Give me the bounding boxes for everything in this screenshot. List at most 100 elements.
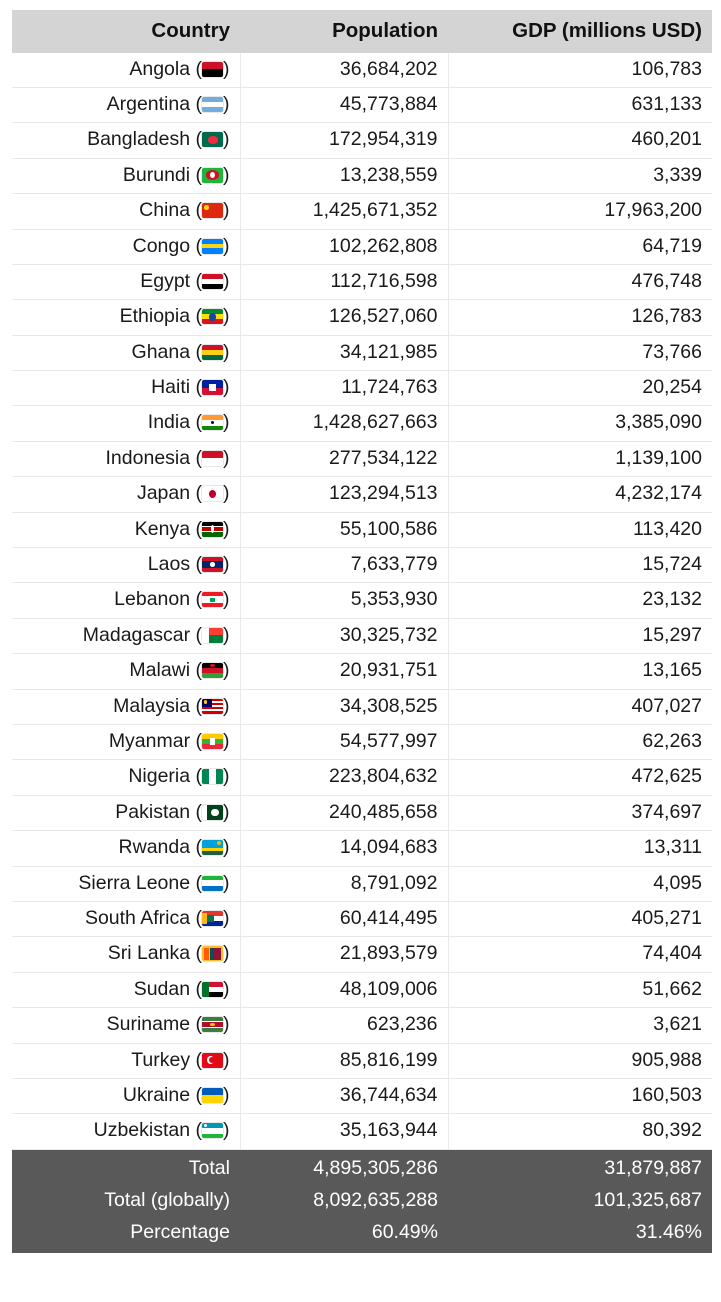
table-row[interactable]: Laos () 7,633,779 15,724 [12,547,712,584]
table-summary-row: Percentage 60.49% 31.46% [12,1217,712,1253]
burundi-flag [202,167,223,183]
argentina-flag [202,96,223,112]
cell-gdp: 106,783 [448,52,712,88]
country-name: Lebanon ( [114,588,202,611]
country-statistics-table: Country Population GDP (millions USD) An… [12,10,712,1253]
table-row[interactable]: Kenya () 55,100,586 113,420 [12,512,712,549]
table-row[interactable]: Ethiopia () 126,527,060 126,783 [12,299,712,336]
cell-gdp: 1,139,100 [448,441,712,478]
table-row[interactable]: Egypt () 112,716,598 476,748 [12,264,712,301]
table-row[interactable]: Argentina () 45,773,884 631,133 [12,87,712,124]
table-row[interactable]: Indonesia () 277,534,122 1,139,100 [12,441,712,478]
country-name: Sierra Leone ( [78,871,202,894]
table-row[interactable]: India () 1,428,627,663 3,385,090 [12,405,712,442]
cell-population: 54,577,997 [240,724,449,761]
country-paren-close: ) [223,977,230,1000]
cell-country: Burundi () [12,158,241,195]
table-row[interactable]: Congo () 102,262,808 64,719 [12,229,712,265]
country-paren-close: ) [223,340,230,363]
country-name: Ghana ( [131,340,202,363]
table-row[interactable]: Burundi () 13,238,559 3,339 [12,158,712,195]
country-name: Suriname ( [106,1013,202,1036]
country-paren-close: ) [223,1083,230,1106]
table-body: Angola () 36,684,202 106,783 Argentina () 45… [12,52,712,1253]
column-header-gdp[interactable]: GDP (millions USD) [448,10,712,53]
china-flag [202,203,223,219]
table-row[interactable]: Suriname () 623,236 3,621 [12,1007,712,1044]
cell-population: 34,121,985 [240,335,449,372]
country-name: Ukraine ( [122,1083,202,1106]
country-paren-close: ) [223,234,230,257]
table-row[interactable]: Madagascar () 30,325,732 15,297 [12,618,712,655]
cell-country: Myanmar () [12,724,241,761]
table-row[interactable]: Malawi () 20,931,751 13,165 [12,653,712,690]
cell-country: Congo () [12,229,241,265]
cell-country: Laos () [12,547,241,584]
cell-gdp: 460,201 [448,122,712,159]
country-name: South Africa ( [84,906,202,929]
cell-population: 34,308,525 [240,689,449,725]
summary-gdp: 31.46% [448,1217,712,1253]
cell-country: Madagascar () [12,618,241,655]
table-row[interactable]: Ghana () 34,121,985 73,766 [12,335,712,372]
country-statistics-table-container: Country Population GDP (millions USD) An… [12,10,712,1253]
table-row[interactable]: Myanmar () 54,577,997 62,263 [12,724,712,761]
cell-population: 48,109,006 [240,972,449,1009]
country-name: Bangladesh ( [87,128,202,151]
cell-gdp: 15,297 [448,618,712,655]
bangladesh-flag [202,132,223,148]
column-header-population[interactable]: Population [240,10,448,53]
table-row[interactable]: Turkey () 85,816,199 905,988 [12,1043,712,1079]
table-row[interactable]: Bangladesh () 172,954,319 460,201 [12,122,712,159]
cell-gdp: 476,748 [448,264,712,301]
cell-gdp: 64,719 [448,229,712,265]
turkey-flag [202,1052,223,1068]
cell-population: 30,325,732 [240,618,449,655]
cell-population: 11,724,763 [240,370,449,407]
cell-population: 277,534,122 [240,441,449,478]
table-row[interactable]: Lebanon () 5,353,930 23,132 [12,582,712,619]
ghana-flag [202,344,223,360]
cell-population: 172,954,319 [240,122,449,159]
cell-gdp: 15,724 [448,547,712,584]
table-row[interactable]: Rwanda () 14,094,683 13,311 [12,830,712,867]
table-row[interactable]: China () 1,425,671,352 17,963,200 [12,193,712,230]
table-row[interactable]: Sierra Leone () 8,791,092 4,095 [12,866,712,902]
congo-flag [202,238,223,254]
cell-country: Argentina () [12,87,241,124]
india-flag [202,415,223,431]
country-paren-close: ) [223,659,230,682]
table-row[interactable]: Nigeria () 223,804,632 472,625 [12,759,712,796]
cell-population: 60,414,495 [240,901,449,938]
table-row[interactable]: South Africa () 60,414,495 405,271 [12,901,712,938]
table-row[interactable]: Sri Lanka () 21,893,579 74,404 [12,936,712,973]
cell-country: Haiti () [12,370,241,407]
summary-population: 4,895,305,286 [240,1149,448,1186]
country-name: Malawi ( [129,659,202,682]
cell-country: Kenya () [12,512,241,549]
cell-gdp: 51,662 [448,972,712,1009]
table-row[interactable]: Malaysia () 34,308,525 407,027 [12,689,712,725]
country-paren-close: ) [223,482,230,505]
nigeria-flag [202,769,223,785]
table-row[interactable]: Angola () 36,684,202 106,783 [12,52,712,88]
kenya-flag [202,521,223,537]
table-row[interactable]: Uzbekistan () 35,163,944 80,392 [12,1113,712,1150]
table-row[interactable]: Haiti () 11,724,763 20,254 [12,370,712,407]
column-header-country[interactable]: Country [12,10,240,53]
cell-country: Suriname () [12,1007,241,1044]
cell-gdp: 472,625 [448,759,712,796]
country-paren-close: ) [223,376,230,399]
suriname-flag [202,1017,223,1033]
country-paren-close: ) [223,871,230,894]
egypt-flag [202,273,223,289]
table-row[interactable]: Sudan () 48,109,006 51,662 [12,972,712,1009]
table-row[interactable]: Pakistan () 240,485,658 374,697 [12,795,712,832]
table-row[interactable]: Ukraine () 36,744,634 160,503 [12,1078,712,1115]
cell-population: 36,684,202 [240,52,449,88]
summary-label: Total [12,1149,240,1186]
table-row[interactable]: Japan () 123,294,513 4,232,174 [12,476,712,513]
country-paren-close: ) [223,1048,230,1071]
country-name: Egypt ( [140,269,202,292]
summary-label: Total (globally) [12,1185,240,1218]
